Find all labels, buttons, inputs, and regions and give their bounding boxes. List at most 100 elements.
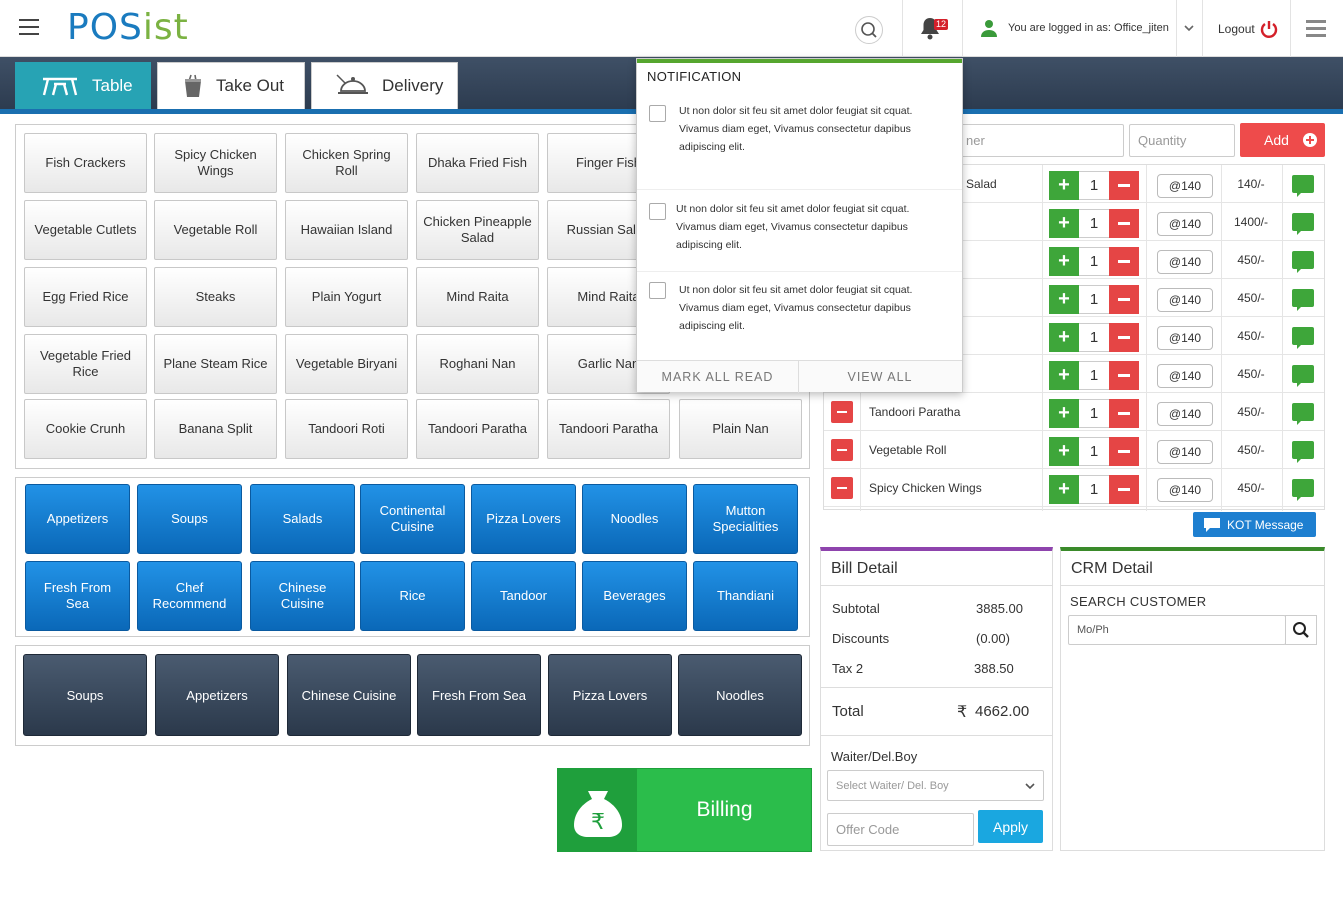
menu-item-button[interactable]: Plane Steam Rice — [154, 334, 277, 394]
category-button[interactable]: Thandiani — [693, 561, 798, 631]
tab-table[interactable]: Table — [15, 62, 151, 109]
user-menu-chevron-down-icon[interactable] — [1183, 22, 1195, 34]
notification-item[interactable]: Ut non dolor sit feu sit amet dolor feug… — [637, 272, 962, 359]
category-button[interactable]: Continental Cuisine — [360, 484, 465, 554]
increase-qty-button[interactable]: + — [1049, 437, 1079, 466]
comment-icon[interactable] — [1292, 289, 1314, 311]
menu-item-button[interactable]: Mind Raita — [416, 267, 539, 327]
increase-qty-button[interactable]: + — [1049, 209, 1079, 238]
remove-item-button[interactable] — [831, 439, 853, 461]
apply-offer-button[interactable]: Apply — [978, 810, 1043, 843]
increase-qty-button[interactable]: + — [1049, 323, 1079, 352]
comment-icon[interactable] — [1292, 403, 1314, 425]
quick-category-button[interactable]: Appetizers — [155, 654, 279, 736]
category-button[interactable]: Rice — [360, 561, 465, 631]
menu-item-button[interactable]: Vegetable Cutlets — [24, 200, 147, 260]
category-button[interactable]: Chef Recommend — [137, 561, 242, 631]
category-button[interactable]: Chinese Cuisine — [250, 561, 355, 631]
remove-item-button[interactable] — [831, 401, 853, 423]
increase-qty-button[interactable]: + — [1049, 247, 1079, 276]
decrease-qty-button[interactable] — [1109, 399, 1139, 428]
comment-icon[interactable] — [1292, 251, 1314, 273]
offer-code-input[interactable]: Offer Code — [827, 813, 974, 846]
category-button[interactable]: Beverages — [582, 561, 687, 631]
menu-item-button[interactable]: Vegetable Fried Rice — [24, 334, 147, 394]
add-item-button[interactable]: Add — [1240, 123, 1325, 157]
category-button[interactable]: Salads — [250, 484, 355, 554]
increase-qty-button[interactable]: + — [1049, 399, 1079, 428]
comment-icon[interactable] — [1292, 365, 1314, 387]
menu-item-button[interactable]: Dhaka Fried Fish — [416, 133, 539, 193]
category-button[interactable]: Fresh From Sea — [25, 561, 130, 631]
increase-qty-button[interactable]: + — [1049, 475, 1079, 504]
quick-category-button[interactable]: Pizza Lovers — [548, 654, 672, 736]
menu-item-button[interactable]: Fish Crackers — [24, 133, 147, 193]
comment-icon[interactable] — [1292, 441, 1314, 463]
comment-icon[interactable] — [1292, 479, 1314, 501]
increase-qty-button[interactable]: + — [1049, 361, 1079, 390]
increase-qty-button[interactable]: + — [1049, 171, 1079, 200]
menu-item-button[interactable]: Vegetable Biryani — [285, 334, 408, 394]
notification-item[interactable]: Ut non dolor sit feu sit amet dolor feug… — [637, 94, 962, 190]
decrease-qty-button[interactable] — [1109, 209, 1139, 238]
remove-item-button[interactable] — [831, 477, 853, 499]
decrease-qty-button[interactable] — [1109, 475, 1139, 504]
decrease-qty-button[interactable] — [1109, 437, 1139, 466]
menu-item-button[interactable]: Plain Yogurt — [285, 267, 408, 327]
category-button[interactable]: Appetizers — [25, 484, 130, 554]
menu-item-button[interactable]: Tandoori Paratha — [416, 399, 539, 459]
customer-search-input[interactable]: Mo/Ph — [1068, 615, 1286, 645]
menu-item-button[interactable]: Steaks — [154, 267, 277, 327]
quick-category-button[interactable]: Noodles — [678, 654, 802, 736]
menu-item-button[interactable]: Chicken Pineapple Salad — [416, 200, 539, 260]
notification-checkbox[interactable] — [649, 203, 666, 220]
logout-link[interactable]: Logout — [1218, 22, 1255, 36]
app-menu-icon[interactable] — [1306, 20, 1326, 41]
menu-item-button[interactable]: Chicken Spring Roll — [285, 133, 408, 193]
decrease-qty-button[interactable] — [1109, 361, 1139, 390]
qty-value: 1 — [1079, 171, 1109, 200]
decrease-qty-button[interactable] — [1109, 247, 1139, 276]
mark-all-read-button[interactable]: MARK ALL READ — [637, 361, 799, 393]
menu-item-button[interactable]: Egg Fried Rice — [24, 267, 147, 327]
menu-item-button[interactable]: Spicy Chicken Wings — [154, 133, 277, 193]
menu-item-button[interactable]: Tandoori Roti — [285, 399, 408, 459]
quantity-input[interactable]: Quantity — [1129, 124, 1235, 157]
kot-message-button[interactable]: KOT Message — [1193, 512, 1316, 537]
quick-category-button[interactable]: Fresh From Sea — [417, 654, 541, 736]
menu-item-button[interactable]: Cookie Crunh — [24, 399, 147, 459]
tab-delivery[interactable]: Delivery — [311, 62, 458, 109]
category-button[interactable]: Pizza Lovers — [471, 484, 576, 554]
notification-checkbox[interactable] — [649, 282, 666, 299]
increase-qty-button[interactable]: + — [1049, 285, 1079, 314]
decrease-qty-button[interactable] — [1109, 285, 1139, 314]
quick-category-button[interactable]: Soups — [23, 654, 147, 736]
decrease-qty-button[interactable] — [1109, 323, 1139, 352]
comment-icon[interactable] — [1292, 175, 1314, 197]
category-button[interactable]: Noodles — [582, 484, 687, 554]
menu-item-button[interactable]: Plain Nan — [679, 399, 802, 459]
notification-checkbox[interactable] — [649, 105, 666, 122]
menu-item-button[interactable]: Roghani Nan — [416, 334, 539, 394]
comment-icon[interactable] — [1292, 327, 1314, 349]
category-button[interactable]: Mutton Specialities — [693, 484, 798, 554]
notification-item[interactable]: Ut non dolor sit feu sit amet dolor feug… — [637, 190, 962, 272]
menu-item-button[interactable]: Banana Split — [154, 399, 277, 459]
plus-circle-icon — [1302, 133, 1317, 147]
power-icon[interactable] — [1259, 19, 1279, 39]
menu-item-button[interactable]: Hawaiian Island — [285, 200, 408, 260]
hamburger-menu-icon[interactable] — [19, 19, 39, 35]
menu-item-button[interactable]: Tandoori Paratha — [547, 399, 670, 459]
billing-button[interactable]: ₹ Billing — [557, 768, 812, 852]
quick-category-button[interactable]: Chinese Cuisine — [287, 654, 411, 736]
category-button[interactable]: Soups — [137, 484, 242, 554]
decrease-qty-button[interactable] — [1109, 171, 1139, 200]
search-button[interactable] — [855, 16, 883, 44]
comment-icon[interactable] — [1292, 213, 1314, 235]
category-button[interactable]: Tandoor — [471, 561, 576, 631]
menu-item-button[interactable]: Vegetable Roll — [154, 200, 277, 260]
view-all-button[interactable]: VIEW ALL — [799, 361, 961, 393]
customer-search-button[interactable] — [1285, 615, 1317, 645]
tab-take-out[interactable]: Take Out — [157, 62, 305, 109]
waiter-select[interactable]: Select Waiter/ Del. Boy — [827, 770, 1044, 801]
